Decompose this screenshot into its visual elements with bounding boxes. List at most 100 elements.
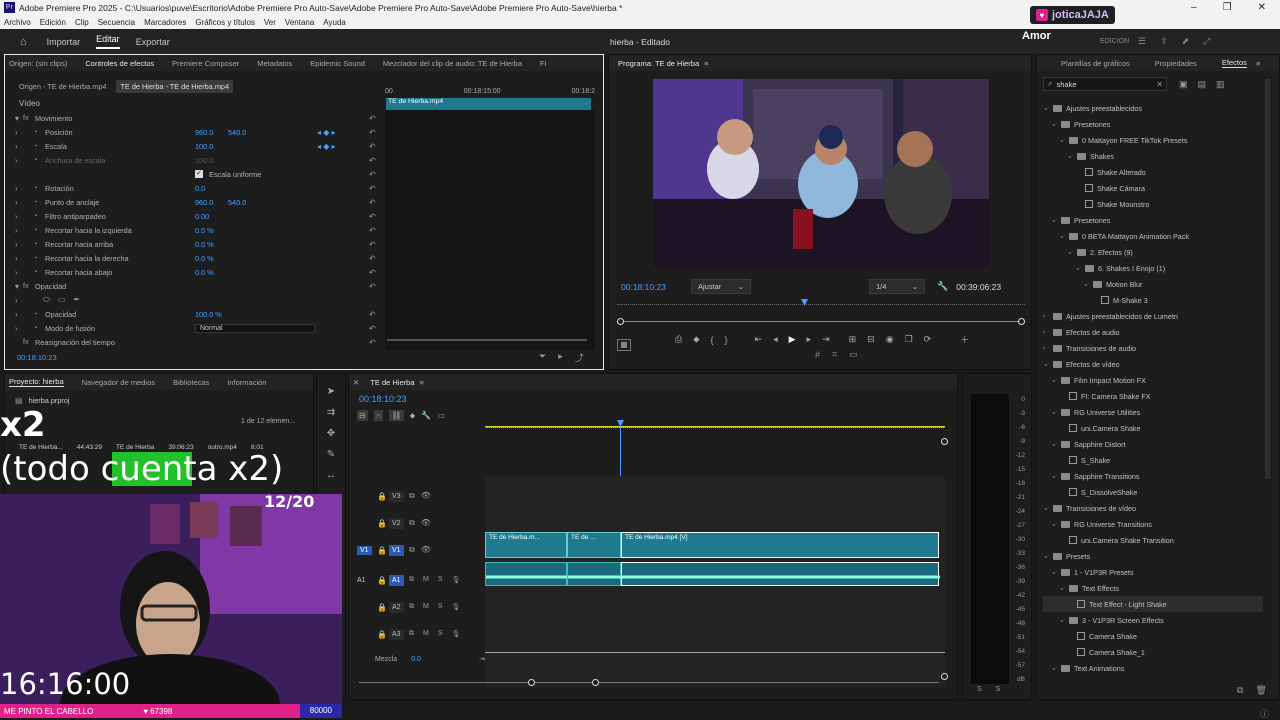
expand-toggle-icon[interactable]: › <box>1043 313 1053 320</box>
delete-icon[interactable]: 🗑 <box>1255 685 1266 696</box>
mic-icon[interactable]: 🎙 <box>452 603 461 611</box>
effects-folder[interactable]: ⌄ 0 Mattayon FREE TikTok Presets <box>1043 132 1263 148</box>
tab-fi[interactable]: Fi <box>540 59 546 68</box>
ec-value[interactable]: 0.0 <box>195 184 205 193</box>
lock-icon[interactable]: 🔒 <box>377 576 387 585</box>
mute-button[interactable]: M <box>423 630 429 638</box>
tab-bibliotecas[interactable]: Bibliotecas <box>173 378 209 387</box>
expand-toggle-icon[interactable]: › <box>15 128 33 137</box>
effects-folder[interactable]: ⌄ 2. Efectos (9) <box>1043 244 1263 260</box>
effects-search-box[interactable]: ⌕ shake ✕ <box>1043 77 1167 91</box>
menu-ayuda[interactable]: Ayuda <box>323 18 346 27</box>
mix-value[interactable]: 0.0 <box>411 656 421 663</box>
menu-clip[interactable]: Clip <box>75 18 89 27</box>
source-patch[interactable]: A1 <box>357 577 366 584</box>
ec-value[interactable]: 960.0 <box>195 198 213 207</box>
close-sequence-icon[interactable]: ✕ <box>353 378 359 387</box>
ec-value[interactable]: 0.0 % <box>195 268 214 277</box>
program-video-frame[interactable] <box>653 79 989 267</box>
new-folder-icon[interactable]: ⧉ <box>1237 685 1243 696</box>
expand-toggle-icon[interactable]: › <box>1043 345 1053 352</box>
timeline-scrollbar[interactable] <box>359 682 939 683</box>
ec-value[interactable]: 0.00 <box>195 212 209 221</box>
safe-margins-icon[interactable]: ▦ <box>617 339 631 351</box>
tab-mezclador-audio[interactable]: Mezclador del clip de audio: TE de Hierb… <box>383 59 522 68</box>
lift-icon[interactable]: ⎙ <box>675 334 682 345</box>
expand-toggle-icon[interactable]: ⌄ <box>1043 360 1053 368</box>
stopwatch-icon[interactable]: ◔ <box>33 185 45 192</box>
effects-folder[interactable]: ⌄ 6. Shakes I Enojo (1) <box>1043 260 1263 276</box>
expand-toggle-icon[interactable]: ⌄ <box>1083 280 1093 288</box>
fx-icon[interactable]: fx <box>23 339 35 346</box>
expand-toggle-icon[interactable]: › <box>15 254 33 263</box>
effects-item[interactable]: S_DissolveShake <box>1043 484 1263 500</box>
effects-item[interactable]: Camera Shake_1 <box>1043 644 1263 660</box>
expand-toggle-icon[interactable]: › <box>15 268 33 277</box>
expand-toggle-icon[interactable]: ⌄ <box>1059 232 1069 240</box>
go-to-out-icon[interactable]: ⇥ <box>822 334 830 345</box>
reset-icon[interactable]: ↶ <box>369 184 376 193</box>
expand-toggle-icon[interactable]: ⌄ <box>1059 136 1069 144</box>
mute-button[interactable]: M <box>423 576 429 584</box>
ellipse-mask-icon[interactable]: ⬭ <box>43 295 50 305</box>
expand-toggle-icon[interactable]: ⌄ <box>1043 104 1053 112</box>
tab-sequence[interactable]: TE de Hierba <box>370 378 414 387</box>
scroll-handle-left[interactable] <box>528 679 535 686</box>
mix-volume-line[interactable] <box>485 652 945 653</box>
effects-search-input[interactable]: shake <box>1056 80 1156 89</box>
expand-toggle-icon[interactable]: › <box>15 198 33 207</box>
share-icon[interactable]: ⬈ <box>1182 36 1190 47</box>
expand-toggle-icon[interactable]: ⌄ <box>1051 120 1061 128</box>
track-name[interactable]: A2 <box>389 601 404 613</box>
effects-item[interactable]: uni.Camera Shake Transition <box>1043 532 1263 548</box>
reset-icon[interactable]: ↶ <box>369 212 376 221</box>
menu-ver[interactable]: Ver <box>264 18 276 27</box>
sync-lock-icon[interactable]: ⧉ <box>409 491 415 501</box>
monitor-icon[interactable]: ▭ <box>849 349 858 360</box>
tab-premiere-composer[interactable]: Premiere Composer <box>172 59 239 68</box>
source-tab-origen[interactable]: Origen - TE de Hierba.mp4 <box>19 82 106 91</box>
stopwatch-icon[interactable]: ◔ <box>33 199 45 206</box>
home-icon[interactable]: ⌂ <box>20 36 27 48</box>
effects-folder[interactable]: ⌄ 0 BETA Mattayon Animation Pack <box>1043 228 1263 244</box>
info-icon[interactable]: ⓘ <box>1260 707 1269 720</box>
effects-folder[interactable]: › Transiciones de audio <box>1043 340 1263 356</box>
vscroll-handle-top[interactable] <box>941 438 948 445</box>
32bit-icon[interactable]: ▤ <box>1198 79 1207 90</box>
mic-icon[interactable]: 🎙 <box>452 630 461 638</box>
step-back-icon[interactable]: ◂ <box>773 334 778 345</box>
mute-button[interactable]: M <box>423 603 429 611</box>
tab-efectos[interactable]: Efectos <box>1221 58 1247 68</box>
source-patch[interactable]: V1 <box>357 545 372 555</box>
maximize-icon[interactable]: ❐ <box>1223 2 1232 13</box>
solo-left-button[interactable]: S <box>977 686 982 693</box>
expand-toggle-icon[interactable]: ⌄ <box>1067 248 1077 256</box>
ec-keyframe-area[interactable] <box>385 110 595 350</box>
zoom-handle-left[interactable] <box>617 318 624 325</box>
nest-icon[interactable]: ⊟ <box>357 410 368 421</box>
ec-clip-bar[interactable]: TE de Hierba.mp4 <box>386 98 591 110</box>
menu-secuencia[interactable]: Secuencia <box>98 18 135 27</box>
project-file-name[interactable]: hierba.prproj <box>29 396 70 405</box>
source-tab-sequence[interactable]: TE de Hierba - TE de Hierba.mp4 <box>116 79 234 93</box>
track-name[interactable]: V2 <box>389 517 404 529</box>
accelerated-icon[interactable]: ▣ <box>1179 79 1188 90</box>
audio-clip[interactable] <box>485 562 568 586</box>
vr-icon[interactable]: ⟳ <box>924 334 932 345</box>
track-select-icon[interactable]: ⇉ <box>327 407 335 418</box>
effects-folder[interactable]: › Ajustes preestablecidos de Lumetri <box>1043 308 1263 324</box>
track-name[interactable]: A1 <box>389 574 404 586</box>
reset-icon[interactable]: ↶ <box>369 226 376 235</box>
expand-toggle-icon[interactable]: › <box>15 240 33 249</box>
keyframe-nav[interactable]: ◂ ◆ ▸ <box>317 128 336 137</box>
expand-toggle-icon[interactable]: › <box>15 184 33 193</box>
video-clip[interactable]: TE de Hierba.m... <box>485 532 567 558</box>
ec-value[interactable]: 100.0 <box>195 142 213 151</box>
ripple-edit-icon[interactable]: ✥ <box>327 428 335 439</box>
lock-icon[interactable]: 🔒 <box>377 630 387 639</box>
eye-icon[interactable]: 👁 <box>421 491 431 501</box>
export-icon[interactable]: ⤴ <box>575 351 584 364</box>
tab-importar[interactable]: Importar <box>47 37 81 47</box>
eye-icon[interactable]: 👁 <box>421 518 431 528</box>
tab-proyecto[interactable]: Proyecto: hierba <box>9 377 64 387</box>
